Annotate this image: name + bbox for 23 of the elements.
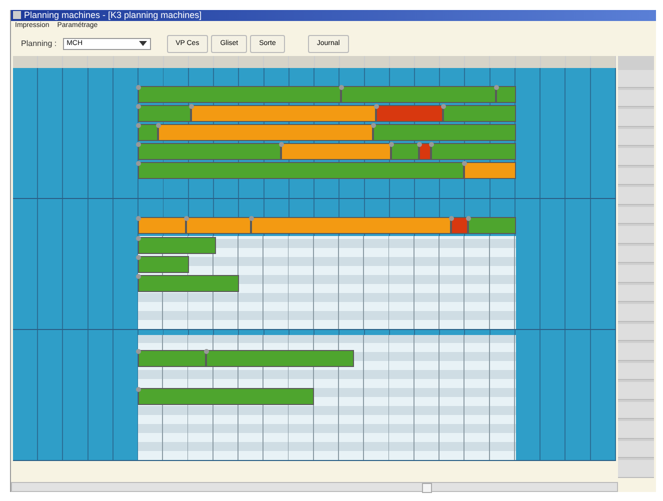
task-bar[interactable] <box>281 143 391 160</box>
task-bar[interactable] <box>464 162 516 180</box>
task-bar[interactable] <box>138 237 216 254</box>
task-bar[interactable] <box>158 124 373 142</box>
task-bar[interactable] <box>191 105 376 122</box>
task-bar[interactable] <box>391 143 419 160</box>
app-icon <box>13 11 21 20</box>
task-bar[interactable] <box>251 217 451 234</box>
task-bar[interactable] <box>206 350 354 368</box>
task-bar[interactable] <box>138 124 158 142</box>
planning-label: Planning : <box>21 39 57 48</box>
task-bar[interactable] <box>138 256 189 274</box>
task-bar[interactable] <box>138 217 186 234</box>
task-bar[interactable] <box>138 275 239 292</box>
window-title: Planning machines - [K3 planning machines] <box>24 10 202 20</box>
task-bar[interactable] <box>138 350 206 368</box>
task-bar[interactable] <box>186 217 251 234</box>
caret-icon <box>138 41 147 46</box>
task-bar[interactable] <box>451 217 468 234</box>
task-bar[interactable] <box>419 143 431 160</box>
task-bar[interactable] <box>496 86 516 104</box>
horizontal-scrollbar[interactable] <box>11 482 618 492</box>
task-bar[interactable] <box>138 388 314 406</box>
